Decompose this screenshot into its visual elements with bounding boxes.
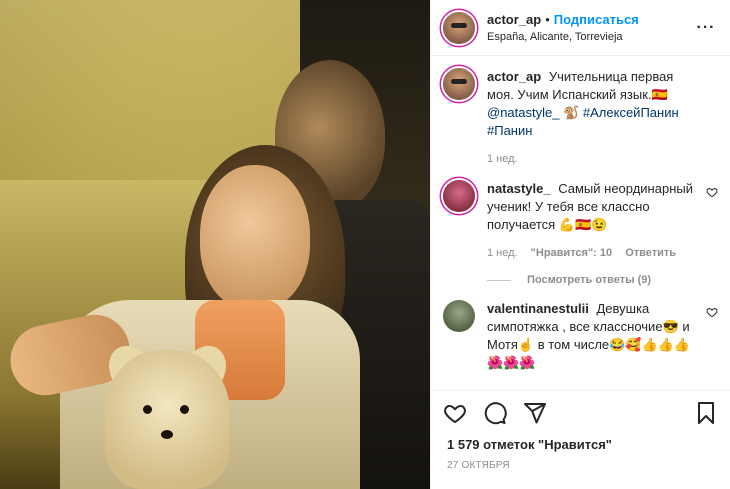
caption-time[interactable]: 1 нед. <box>487 153 518 165</box>
comment-like-heart-icon[interactable] <box>706 306 718 318</box>
separator-dot: • <box>545 11 550 27</box>
reply-button[interactable]: Ответить <box>625 247 676 259</box>
instagram-post: actor_ap • Подписаться España, Alicante, T… <box>0 0 730 489</box>
comment-item: natastyle_ Самый неординарный ученик! У … <box>443 180 718 260</box>
caption-avatar[interactable] <box>443 68 475 100</box>
author-username[interactable]: actor_ap <box>487 12 541 27</box>
comment-username[interactable]: natastyle_ <box>487 181 551 196</box>
action-bar <box>431 390 730 434</box>
likes-count[interactable]: 1 579 отметок "Нравится" <box>431 436 730 454</box>
comments-section: actor_ap Учительница первая моя. Учим Ис… <box>431 56 730 390</box>
caption: actor_ap Учительница первая моя. Учим Ис… <box>443 68 718 166</box>
comment-icon[interactable] <box>483 401 507 425</box>
bookmark-icon[interactable] <box>694 401 718 425</box>
follow-button[interactable]: Подписаться <box>554 12 639 27</box>
caption-emoji: 🐒 <box>563 105 580 120</box>
hashtag-alexeypanin[interactable]: #АлексейПанин <box>583 105 679 120</box>
post-photo[interactable] <box>0 0 430 489</box>
comment-time[interactable]: 1 нед. <box>487 247 518 259</box>
more-options-icon[interactable]: ··· <box>694 19 718 37</box>
share-icon[interactable] <box>523 401 547 425</box>
commenter-avatar[interactable] <box>443 300 475 332</box>
post-header: actor_ap • Подписаться España, Alicante, T… <box>431 0 730 56</box>
hashtag-panin[interactable]: #Панин <box>487 123 532 138</box>
comment-likes[interactable]: "Нравится": 10 <box>531 247 612 259</box>
author-avatar[interactable] <box>443 11 475 44</box>
caption-username[interactable]: actor_ap <box>487 69 541 84</box>
view-replies-button[interactable]: Посмотреть ответы (9) <box>487 274 718 286</box>
post-sidebar: actor_ap • Подписаться España, Alicante, T… <box>430 0 730 489</box>
post-date[interactable]: 27 ОКТЯБРЯ <box>431 454 730 489</box>
comment-item: valentinanestulii Девушка симпотяжка , в… <box>443 300 718 372</box>
caption-mention[interactable]: @natastyle_ <box>487 105 559 120</box>
post-location[interactable]: España, Alicante, Torrevieja <box>487 30 694 45</box>
commenter-avatar[interactable] <box>443 180 475 212</box>
comment-like-heart-icon[interactable] <box>706 186 718 198</box>
heart-icon[interactable] <box>443 401 467 425</box>
comment-username[interactable]: valentinanestulii <box>487 301 589 316</box>
